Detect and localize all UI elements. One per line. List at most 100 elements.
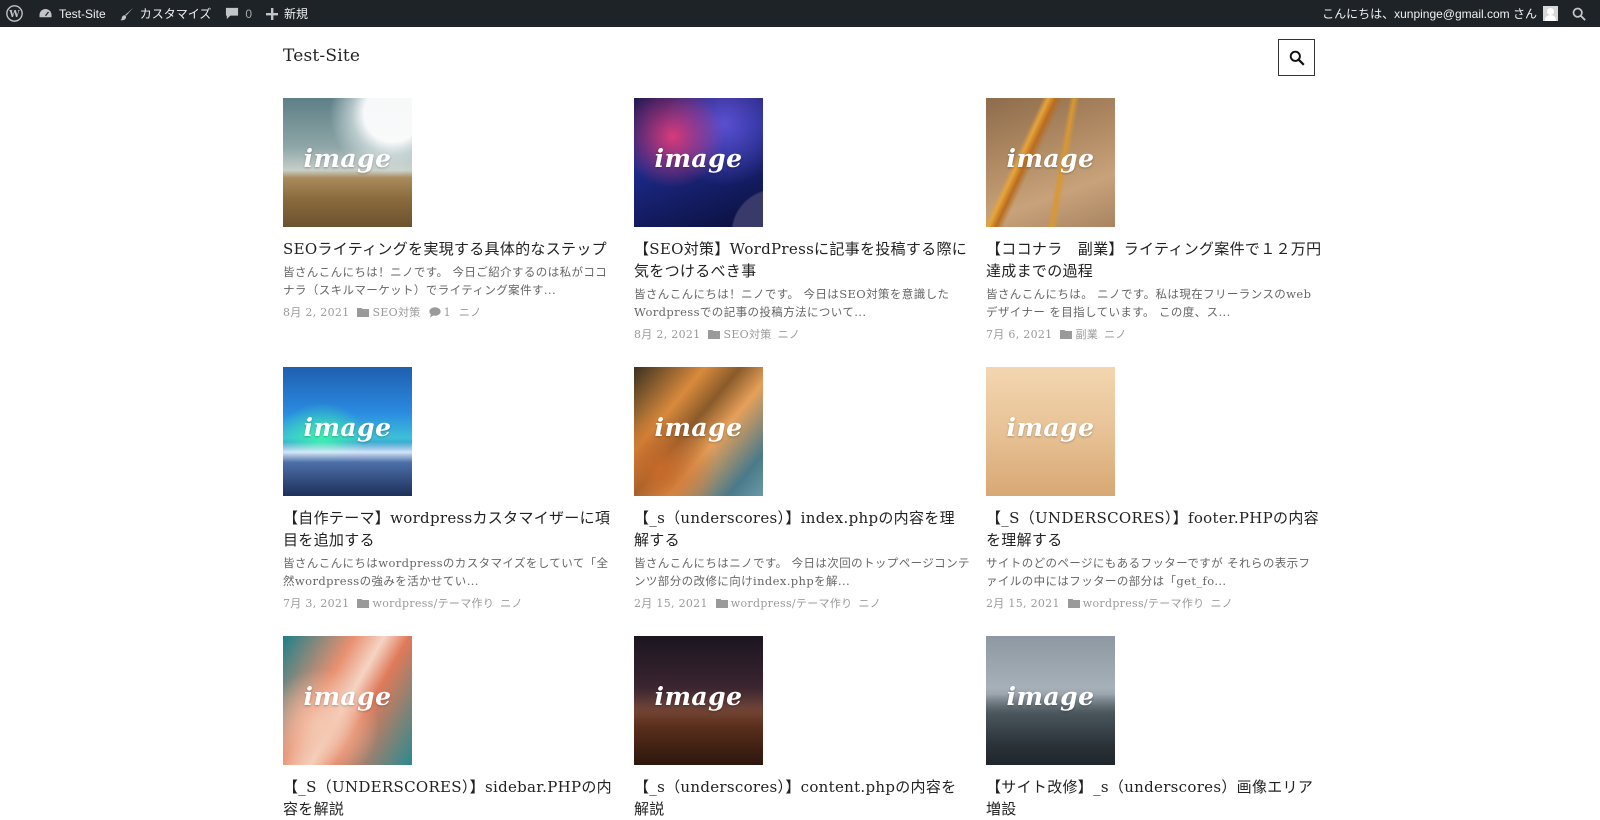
post-category[interactable]: wordpress/テーマ作り: [1083, 595, 1205, 611]
thumbnail-image-text: image: [303, 413, 392, 442]
new-label: 新規: [284, 7, 309, 21]
post-date[interactable]: 7月 6, 2021: [986, 326, 1052, 342]
post-thumbnail[interactable]: image: [986, 98, 1115, 227]
post-excerpt: 皆さんこんにちはwordpressのカスタマイズをしていて「全然wordpres…: [283, 556, 609, 588]
folder-icon: [715, 599, 728, 608]
post-card: image 【サイト改修】_s（underscores）画像エリア増設: [986, 636, 1322, 820]
admin-bar-left: W Test-Site カスタマイズ 0 新規: [0, 0, 315, 27]
admin-bar-right: こんにちは、xunpinge@gmail.com さん: [1315, 0, 1600, 27]
post-title[interactable]: 【_s（underscores）】index.phpの内容を理解する: [634, 507, 970, 551]
paintbrush-icon: [120, 7, 133, 20]
folder-icon: [357, 599, 370, 608]
post-date[interactable]: 7月 3, 2021: [283, 595, 349, 611]
post-thumbnail[interactable]: image: [986, 367, 1115, 496]
site-title[interactable]: Test-Site: [283, 46, 360, 66]
post-author[interactable]: ニノ: [1104, 326, 1127, 342]
thumbnail-image-text: image: [654, 413, 743, 442]
post-excerpt: サイトのどのページにもあるフッターですが それらの表示ファイルの中にはフッターの…: [986, 556, 1311, 588]
folder-icon: [708, 330, 721, 339]
comments-count: 0: [245, 6, 253, 21]
thumbnail-image-text: image: [1006, 144, 1095, 173]
thumbnail-image-text: image: [303, 682, 392, 711]
post-author[interactable]: ニノ: [500, 595, 523, 611]
thumbnail-image-text: image: [1006, 413, 1095, 442]
post-meta: 2月 15, 2021 wordpress/テーマ作り ニノ: [986, 595, 1322, 611]
post-category[interactable]: 副業: [1075, 326, 1098, 342]
post-title[interactable]: 【ココナラ 副業】ライティング案件で１２万円達成までの過程: [986, 238, 1322, 282]
folder-icon: [357, 308, 370, 317]
post-category[interactable]: wordpress/テーマ作り: [731, 595, 853, 611]
new-content-menu[interactable]: 新規: [259, 0, 315, 27]
post-card: image SEOライティングを実現する具体的なステップ 皆さんこんにちは！ニノ…: [283, 98, 619, 320]
post-meta: 2月 15, 2021 wordpress/テーマ作り ニノ: [634, 595, 970, 611]
post-thumbnail[interactable]: image: [986, 636, 1115, 765]
post-title[interactable]: 【_S（UNDERSCORES）】sidebar.PHPの内容を解説: [283, 776, 619, 820]
wordpress-logo-menu[interactable]: W: [0, 0, 31, 27]
post-card: image 【_S（UNDERSCORES）】sidebar.PHPの内容を解説: [283, 636, 619, 820]
search-icon: [1289, 50, 1305, 66]
post-thumbnail[interactable]: image: [634, 98, 763, 227]
post-card: image 【自作テーマ】wordpressカスタマイザーに項目を追加する 皆さ…: [283, 367, 619, 611]
post-thumbnail[interactable]: image: [634, 636, 763, 765]
post-title[interactable]: 【_s（underscores）】content.phpの内容を解説: [634, 776, 970, 820]
post-thumbnail[interactable]: image: [283, 636, 412, 765]
post-comment-count[interactable]: 1: [444, 306, 451, 319]
post-author[interactable]: ニノ: [778, 326, 801, 342]
search-icon: [1572, 7, 1586, 21]
post-meta: 7月 3, 2021 wordpress/テーマ作り ニノ: [283, 595, 619, 611]
customize-label: カスタマイズ: [139, 7, 212, 21]
post-meta: 7月 6, 2021 副業 ニノ: [986, 326, 1322, 342]
post-card: image 【_s（underscores）】index.phpの内容を理解する…: [634, 367, 970, 611]
thumbnail-image-text: image: [1006, 682, 1095, 711]
post-meta: 8月 2, 2021 SEO対策 1 ニノ: [283, 304, 619, 320]
post-thumbnail[interactable]: image: [283, 367, 412, 496]
admin-bar-search[interactable]: [1565, 0, 1600, 27]
greeting-label: こんにちは、xunpinge@gmail.com さん: [1322, 7, 1537, 21]
post-author[interactable]: ニノ: [1210, 595, 1233, 611]
post-card: image 【_s（underscores）】content.phpの内容を解説: [634, 636, 970, 820]
folder-icon: [1060, 330, 1073, 339]
post-date[interactable]: 2月 15, 2021: [986, 595, 1060, 611]
post-thumbnail[interactable]: image: [634, 367, 763, 496]
comment-bubble-icon: [226, 7, 239, 20]
post-excerpt: 皆さんこんにちは。 ニノです。私は現在フリーランスのwebデザイナー を目指して…: [986, 287, 1312, 319]
post-author[interactable]: ニノ: [459, 304, 482, 320]
post-title[interactable]: 【自作テーマ】wordpressカスタマイザーに項目を追加する: [283, 507, 619, 551]
dashboard-icon: [39, 9, 52, 18]
post-date[interactable]: 8月 2, 2021: [634, 326, 700, 342]
post-thumbnail[interactable]: image: [283, 98, 412, 227]
comments-menu[interactable]: 0: [218, 0, 259, 27]
post-excerpt: 皆さんこんにちはニノです。 今日は次回のトップページコンテンツ部分の改修に向けi…: [634, 556, 970, 588]
site-name-menu[interactable]: Test-Site: [31, 0, 113, 27]
post-category[interactable]: SEO対策: [723, 326, 771, 342]
post-excerpt: 皆さんこんにちは！ニノです。 今日ご紹介するのは私がココナラ（スキルマーケット）…: [283, 265, 608, 297]
folder-icon: [1067, 599, 1080, 608]
post-date[interactable]: 8月 2, 2021: [283, 304, 349, 320]
plus-icon: [266, 7, 279, 20]
post-title[interactable]: 【サイト改修】_s（underscores）画像エリア増設: [986, 776, 1322, 820]
customize-menu[interactable]: カスタマイズ: [113, 0, 219, 27]
post-title[interactable]: 【SEO対策】WordPressに記事を投稿する際に気をつけるべき事: [634, 238, 970, 282]
thumbnail-image-text: image: [303, 144, 392, 173]
thumbnail-image-text: image: [654, 144, 743, 173]
post-title[interactable]: SEOライティングを実現する具体的なステップ: [283, 238, 619, 260]
post-card: image 【SEO対策】WordPressに記事を投稿する際に気をつけるべき事…: [634, 98, 970, 342]
post-card: image 【_S（UNDERSCORES）】footer.PHPの内容を理解す…: [986, 367, 1322, 611]
comment-icon: [428, 306, 441, 317]
svg-text:W: W: [8, 9, 20, 20]
thumbnail-image-text: image: [654, 682, 743, 711]
post-meta: 8月 2, 2021 SEO対策 ニノ: [634, 326, 970, 342]
search-button[interactable]: [1278, 39, 1315, 76]
avatar: [1543, 6, 1558, 21]
wordpress-logo-icon: W: [6, 5, 23, 22]
post-excerpt: 皆さんこんにちは！ニノです。 今日はSEO対策を意識したWordpressでの記…: [634, 287, 950, 319]
post-title[interactable]: 【_S（UNDERSCORES）】footer.PHPの内容を理解する: [986, 507, 1322, 551]
my-account-menu[interactable]: こんにちは、xunpinge@gmail.com さん: [1315, 0, 1565, 27]
admin-bar: W Test-Site カスタマイズ 0 新規 こんにちは、xunpinge@g…: [0, 0, 1600, 27]
site-name-label: Test-Site: [59, 6, 106, 21]
post-author[interactable]: ニノ: [858, 595, 881, 611]
post-card: image 【ココナラ 副業】ライティング案件で１２万円達成までの過程 皆さんこ…: [986, 98, 1322, 342]
post-category[interactable]: wordpress/テーマ作り: [372, 595, 494, 611]
post-category[interactable]: SEO対策: [372, 304, 420, 320]
post-date[interactable]: 2月 15, 2021: [634, 595, 708, 611]
